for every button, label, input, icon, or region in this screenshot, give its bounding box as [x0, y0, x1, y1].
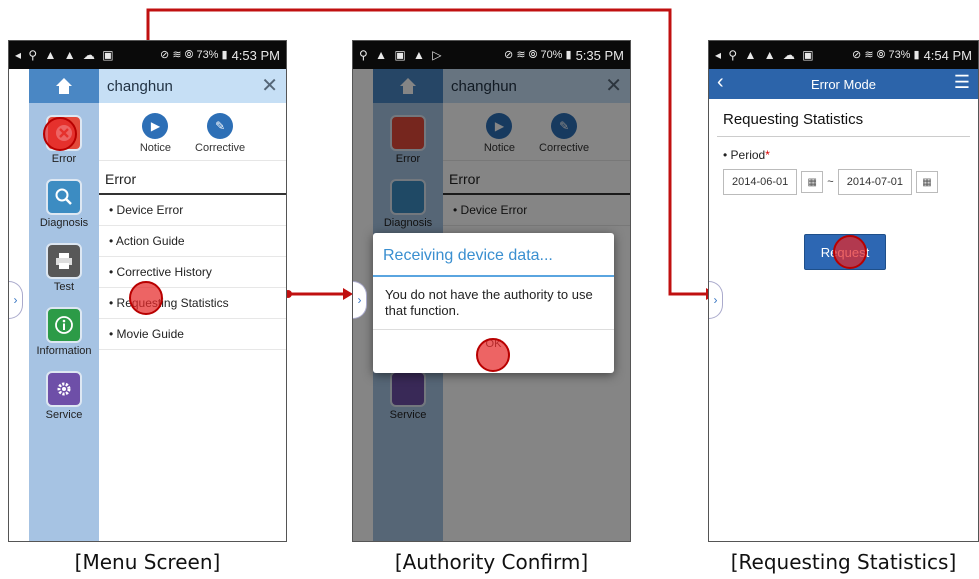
edge-drawer-tab[interactable]: ›	[9, 281, 23, 319]
required-mark: *	[765, 148, 770, 162]
status-indicators: ⊘ ≋ ⦾ 73% ▮	[160, 49, 228, 61]
date-separator: ~	[827, 176, 834, 188]
app-bar: ‹ Error Mode ☰	[709, 69, 978, 99]
touch-indicator-statistics	[129, 281, 163, 315]
status-time: 4:53 PM	[231, 47, 280, 63]
corrective-icon: ✎	[207, 113, 234, 139]
quick-link-label: Notice	[139, 142, 172, 154]
sidebar-item-label: Information	[36, 345, 92, 357]
period-label-text: • Period	[723, 148, 766, 162]
status-icons-right: ⊘ ≋ ⦾ 73% ▮ 4:54 PM	[852, 48, 972, 63]
close-icon[interactable]: ✕	[261, 73, 278, 98]
sidebar-item-label: Test	[53, 281, 75, 293]
sidebar-item-information[interactable]: Information	[29, 307, 99, 357]
quick-link-label: Corrective	[195, 142, 246, 154]
dialog-message: You do not have the authority to use tha…	[373, 277, 614, 330]
status-bar: ◂ ⚲ ▲ ▲ ☁ ▣ ⊘ ≋ ⦾ 73% ▮ 4:53 PM	[9, 41, 286, 69]
date-range: 2014-06-01 ▦ ~ 2014-07-01 ▦	[723, 169, 938, 195]
calendar-icon[interactable]: ▦	[801, 171, 824, 193]
back-icon[interactable]: ‹	[717, 71, 724, 94]
status-bar: ◂ ⚲ ▲ ▲ ☁ ▣ ⊘ ≋ ⦾ 73% ▮ 4:54 PM	[709, 41, 978, 69]
menu-item-label: Corrective History	[116, 265, 212, 279]
status-icons-right: ⊘ ≋ ⦾ 70% ▮ 5:35 PM	[504, 48, 624, 63]
caption-requesting-statistics: [Requesting Statistics]	[730, 550, 957, 574]
menu-item-movie-guide[interactable]: • Movie Guide	[99, 319, 286, 350]
status-indicators: ⊘ ≋ ⦾ 73% ▮	[852, 49, 920, 61]
sidebar-item-label: Error	[51, 153, 77, 165]
sidebar-item-service[interactable]: Service	[29, 371, 99, 421]
sidebar-item-label: Diagnosis	[39, 217, 89, 229]
status-icons-right: ⊘ ≋ ⦾ 73% ▮ 4:53 PM	[160, 48, 280, 63]
sidebar-item-test[interactable]: Test	[29, 243, 99, 293]
status-icons-left: ◂ ⚲ ▲ ▲ ☁ ▣	[15, 48, 116, 62]
user-name: changhun	[107, 77, 173, 95]
sidebar-item-label: Service	[45, 409, 83, 421]
statistics-screen: ◂ ⚲ ▲ ▲ ☁ ▣ ⊘ ≋ ⦾ 73% ▮ 4:54 PM ‹ Error …	[708, 40, 979, 542]
edge-drawer-tab[interactable]: ›	[709, 281, 723, 319]
figure-root: ◂ ⚲ ▲ ▲ ☁ ▣ ⊘ ≋ ⦾ 73% ▮ 4:53 PM Error Di…	[0, 0, 979, 579]
caption-menu-screen: [Menu Screen]	[74, 550, 221, 574]
section-title: Error	[99, 161, 286, 195]
quick-links: ▶ Notice ✎ Corrective	[99, 103, 286, 161]
menu-item-corrective-history[interactable]: • Corrective History	[99, 257, 286, 288]
calendar-icon[interactable]: ▦	[916, 171, 938, 193]
menu-screen: ◂ ⚲ ▲ ▲ ☁ ▣ ⊘ ≋ ⦾ 73% ▮ 4:53 PM Error Di…	[8, 40, 287, 542]
menu-item-device-error[interactable]: • Device Error	[99, 195, 286, 226]
menu-panel: changhun ✕ ▶ Notice ✎ Corrective Error •…	[99, 69, 286, 541]
status-time: 5:35 PM	[575, 47, 624, 63]
page-title: Requesting Statistics	[723, 111, 864, 128]
menu-header: changhun ✕	[99, 69, 286, 103]
touch-indicator-request	[833, 235, 867, 269]
touch-indicator-error	[43, 117, 77, 151]
notice-icon: ▶	[142, 113, 169, 139]
status-indicators: ⊘ ≋ ⦾ 70% ▮	[504, 49, 572, 61]
hamburger-menu-icon[interactable]: ☰	[954, 72, 970, 93]
authority-screen: ⚲ ▲ ▣ ▲ ▷ ⊘ ≋ ⦾ 70% ▮ 5:35 PM Error Diag…	[352, 40, 631, 542]
status-icons-left: ⚲ ▲ ▣ ▲ ▷	[359, 48, 444, 62]
sidebar-item-diagnosis[interactable]: Diagnosis	[29, 179, 99, 229]
home-icon	[56, 78, 72, 94]
caption-authority-confirm: [Authority Confirm]	[394, 550, 589, 574]
quick-link-notice[interactable]: ▶ Notice	[140, 113, 171, 160]
touch-indicator-ok	[476, 338, 510, 372]
start-date-field[interactable]: 2014-06-01	[723, 169, 798, 195]
status-icons-left: ◂ ⚲ ▲ ▲ ☁ ▣	[715, 48, 816, 62]
menu-item-label: Action Guide	[115, 234, 185, 248]
end-date-field[interactable]: 2014-07-01	[837, 169, 912, 195]
home-button[interactable]	[29, 69, 99, 103]
gear-icon	[46, 371, 82, 407]
search-icon	[46, 179, 82, 215]
status-bar: ⚲ ▲ ▣ ▲ ▷ ⊘ ≋ ⦾ 70% ▮ 5:35 PM	[353, 41, 630, 69]
menu-item-requesting-statistics[interactable]: • Requesting Statistics	[99, 288, 286, 319]
menu-item-label: Device Error	[116, 203, 184, 217]
title-divider	[717, 136, 970, 137]
menu-item-label: Movie Guide	[116, 327, 184, 341]
period-label: • Period*	[723, 148, 770, 162]
printer-icon	[46, 243, 82, 279]
app-title: Error Mode	[810, 76, 877, 92]
dialog-title: Receiving device data...	[373, 233, 614, 277]
quick-link-corrective[interactable]: ✎ Corrective	[195, 113, 245, 160]
info-icon	[46, 307, 82, 343]
status-time: 4:54 PM	[923, 47, 972, 63]
menu-item-action-guide[interactable]: • Action Guide	[99, 226, 286, 257]
